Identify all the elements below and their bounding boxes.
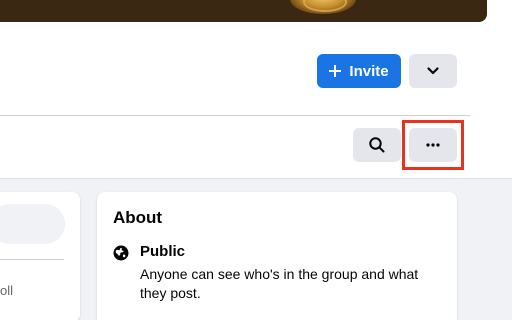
- composer-action-label[interactable]: oll: [0, 283, 13, 298]
- search-icon: [369, 137, 385, 153]
- composer-divider: [0, 259, 64, 260]
- annotation-highlight-box: [402, 120, 464, 170]
- invite-button-label: Invite: [349, 62, 389, 80]
- about-title: About: [113, 208, 163, 227]
- left-composer-card: [0, 192, 80, 320]
- globe-icon: [113, 245, 129, 261]
- header-dropdown-button[interactable]: [409, 54, 457, 88]
- about-card: About Public Anyone can see who's in the…: [97, 192, 457, 320]
- chevron-down-icon: [427, 67, 439, 75]
- header-divider: [0, 115, 470, 116]
- invite-button[interactable]: Invite: [317, 54, 401, 88]
- group-page: Invite oll About Public Anyone can see w…: [0, 0, 512, 320]
- privacy-title: Public: [140, 243, 186, 260]
- group-search-button[interactable]: [353, 128, 401, 162]
- plus-icon: [329, 65, 342, 77]
- cover-photo: [0, 0, 487, 22]
- privacy-description: Anyone can see who's in the group and wh…: [140, 266, 419, 301]
- composer-input[interactable]: [0, 204, 65, 244]
